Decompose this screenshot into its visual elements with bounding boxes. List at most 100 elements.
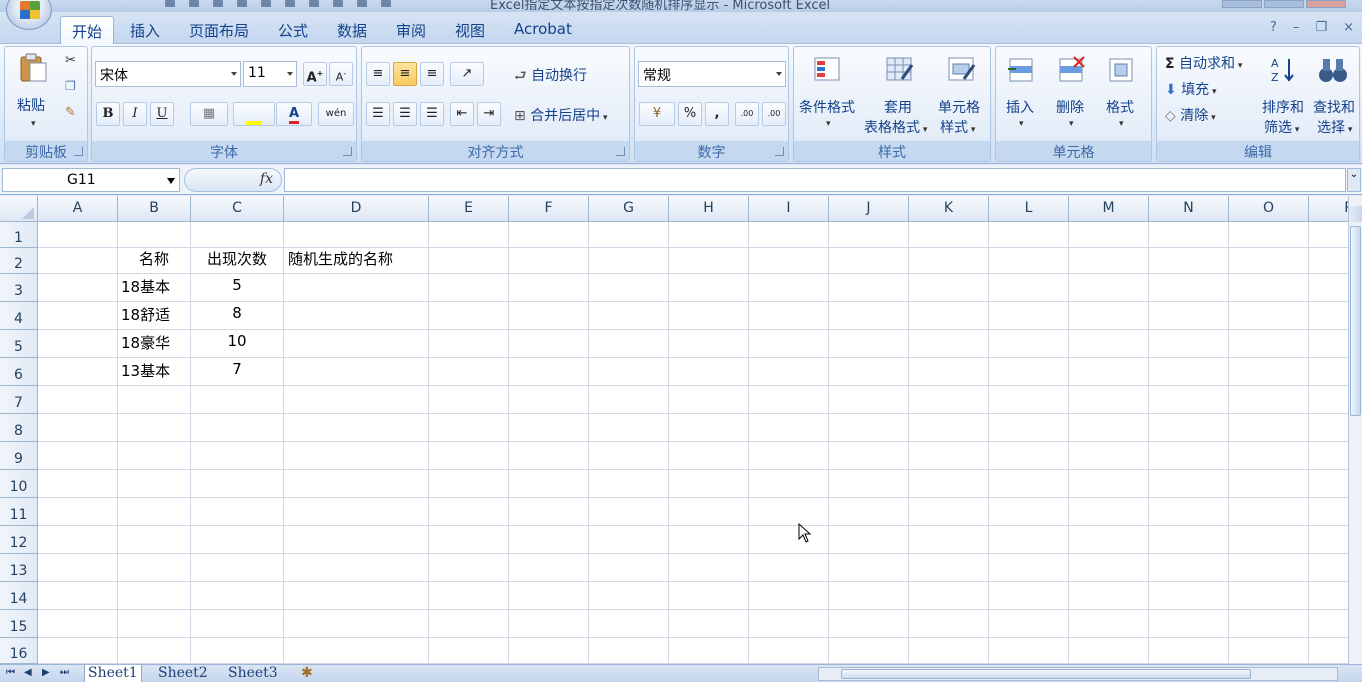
column-header-l[interactable]: L xyxy=(989,196,1069,222)
row-header-3[interactable]: 3 xyxy=(0,274,38,302)
scroll-up-icon[interactable] xyxy=(1349,206,1362,222)
chevron-down-icon[interactable]: ▾ xyxy=(1119,119,1124,129)
horizontal-scrollbar[interactable] xyxy=(818,667,1338,681)
column-header-b[interactable]: B xyxy=(118,196,191,222)
row-header-11[interactable]: 11 xyxy=(0,498,38,526)
sort-filter-button[interactable]: 筛选 ▾ xyxy=(1264,117,1299,137)
cell-b4[interactable]: 18舒适 xyxy=(121,304,170,325)
cell-style-button[interactable]: 样式 ▾ xyxy=(940,117,975,137)
formula-input[interactable] xyxy=(284,168,1346,192)
new-icon[interactable] xyxy=(333,0,343,7)
italic-button[interactable]: I xyxy=(123,102,147,126)
column-header-e[interactable]: E xyxy=(429,196,509,222)
cell-style-line1[interactable]: 单元格 xyxy=(938,97,980,117)
cell-style-icon[interactable] xyxy=(946,55,978,85)
column-header-g[interactable]: G xyxy=(589,196,669,222)
percent-button[interactable]: % xyxy=(678,102,702,126)
wrap-text-button[interactable]: ⮐ 自动换行 xyxy=(514,65,587,89)
increase-decimal-button[interactable]: .00 xyxy=(735,102,759,126)
clear-button[interactable]: ◇ 清除 ▾ xyxy=(1165,105,1216,125)
fill-button[interactable]: ⬇ 填充 ▾ xyxy=(1165,79,1217,99)
open-icon[interactable] xyxy=(309,0,319,7)
cell-b3[interactable]: 18基本 xyxy=(121,276,170,297)
table-format-icon[interactable] xyxy=(884,55,916,85)
insert-sheet-icon[interactable]: ✱ xyxy=(298,665,316,682)
row-header-6[interactable]: 6 xyxy=(0,358,38,386)
phonetic-button[interactable]: wén xyxy=(318,102,354,126)
bold-button[interactable]: B xyxy=(96,102,120,126)
alignment-launcher-icon[interactable] xyxy=(616,147,625,156)
help-icon[interactable]: ? xyxy=(1270,20,1277,35)
maximize-button[interactable] xyxy=(1264,0,1304,8)
expand-formula-bar-icon[interactable]: ⌄ xyxy=(1347,168,1361,192)
conditional-format-icon[interactable] xyxy=(812,55,844,85)
chevron-down-icon[interactable]: ▾ xyxy=(1019,119,1024,129)
print-icon[interactable] xyxy=(237,0,247,7)
paste-dropdown-icon[interactable]: ▾ xyxy=(31,119,36,129)
column-header-c[interactable]: C xyxy=(191,196,284,222)
delete-cells-icon[interactable] xyxy=(1056,55,1088,85)
table-format-button[interactable]: 表格格式 ▾ xyxy=(864,117,927,137)
row-header-8[interactable]: 8 xyxy=(0,414,38,442)
column-header-h[interactable]: H xyxy=(669,196,749,222)
row-header-4[interactable]: 4 xyxy=(0,302,38,330)
sort-filter-line1[interactable]: 排序和 xyxy=(1262,97,1304,117)
chevron-down-icon[interactable]: ▾ xyxy=(826,119,831,129)
tab-insert[interactable]: 插入 xyxy=(119,16,171,44)
border-button[interactable]: ▦ xyxy=(190,102,228,126)
font-launcher-icon[interactable] xyxy=(343,147,352,156)
align-left-button[interactable]: ☰ xyxy=(366,102,390,126)
column-header-k[interactable]: K xyxy=(909,196,989,222)
first-sheet-icon[interactable]: ⏮ xyxy=(6,667,15,678)
sheet-tab-1[interactable]: Sheet1 xyxy=(84,665,142,682)
sheet-tab-2[interactable]: Sheet2 xyxy=(155,665,211,682)
tab-page-layout[interactable]: 页面布局 xyxy=(178,16,260,44)
next-sheet-icon[interactable]: ▶ xyxy=(42,667,50,678)
cell-b2[interactable]: 名称 xyxy=(118,248,190,269)
column-header-n[interactable]: N xyxy=(1149,196,1229,222)
worksheet-grid[interactable]: ABCDEFGHIJKLMNOP 12345678910111213141516… xyxy=(0,196,1348,664)
column-header-a[interactable]: A xyxy=(38,196,118,222)
tab-home[interactable]: 开始 xyxy=(60,16,115,44)
tab-view[interactable]: 视图 xyxy=(444,16,496,44)
cell-c3[interactable]: 5 xyxy=(191,276,283,294)
binoculars-icon[interactable] xyxy=(1317,55,1349,85)
vertical-scroll-thumb[interactable] xyxy=(1350,226,1361,416)
tab-data[interactable]: 数据 xyxy=(326,16,378,44)
orientation-button[interactable]: ↗ xyxy=(450,62,484,86)
align-right-button[interactable]: ☰ xyxy=(420,102,444,126)
row-header-9[interactable]: 9 xyxy=(0,442,38,470)
font-name-combo[interactable]: 宋体 xyxy=(95,61,241,87)
cell-c4[interactable]: 8 xyxy=(191,304,283,322)
font-color-button[interactable]: A xyxy=(276,102,312,126)
prev-sheet-icon[interactable]: ◀ xyxy=(24,667,32,678)
format-painter-icon[interactable]: ✎ xyxy=(65,105,76,120)
chart-icon[interactable] xyxy=(357,0,367,7)
close-button[interactable] xyxy=(1306,0,1346,8)
find-select-button[interactable]: 选择 ▾ xyxy=(1317,117,1352,137)
cell-b6[interactable]: 13基本 xyxy=(121,360,170,381)
comma-button[interactable]: , xyxy=(705,102,729,126)
align-bottom-button[interactable]: ≡ xyxy=(420,62,444,86)
vertical-scrollbar[interactable] xyxy=(1348,196,1362,664)
preview-icon[interactable] xyxy=(261,0,271,7)
row-header-1[interactable]: 1 xyxy=(0,222,38,248)
column-header-j[interactable]: J xyxy=(829,196,909,222)
cell-d2[interactable]: 随机生成的名称 xyxy=(288,248,393,269)
currency-button[interactable]: ¥ xyxy=(639,102,675,126)
find-select-line1[interactable]: 查找和 xyxy=(1313,97,1355,117)
shrink-font-button[interactable]: A- xyxy=(329,62,353,86)
number-launcher-icon[interactable] xyxy=(775,147,784,156)
row-header-12[interactable]: 12 xyxy=(0,526,38,554)
wb-restore-icon[interactable]: ❐ xyxy=(1315,20,1327,35)
column-header-f[interactable]: F xyxy=(509,196,589,222)
column-header-p[interactable]: P xyxy=(1309,196,1348,222)
column-header-m[interactable]: M xyxy=(1069,196,1149,222)
undo-icon[interactable] xyxy=(189,0,199,7)
underline-button[interactable]: U xyxy=(150,102,174,126)
font-size-combo[interactable]: 11 xyxy=(243,61,297,87)
decrease-decimal-button[interactable]: .00 xyxy=(762,102,786,126)
row-header-15[interactable]: 15 xyxy=(0,610,38,638)
wb-minimize-icon[interactable]: – xyxy=(1293,20,1300,35)
align-middle-button[interactable]: ≡ xyxy=(393,62,417,86)
